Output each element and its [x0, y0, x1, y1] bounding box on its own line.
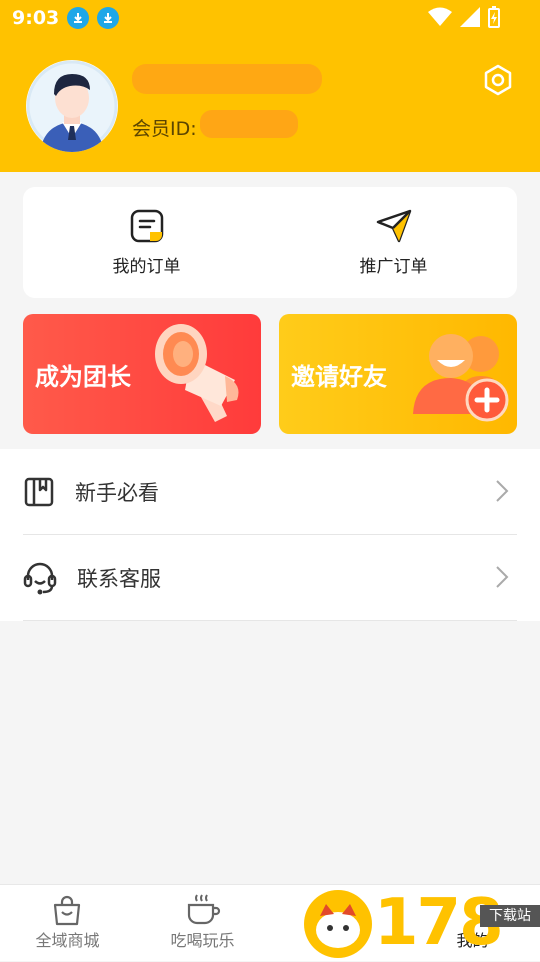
- status-time: 9:03: [12, 7, 60, 29]
- customer-service-label: 联系客服: [77, 566, 161, 591]
- megaphone-icon: [155, 324, 239, 422]
- chevron-right-icon: [496, 480, 509, 502]
- book-icon: [24, 477, 54, 506]
- coffee-cup-icon: [187, 894, 221, 925]
- member-id-label: 会员ID:: [132, 118, 197, 140]
- add-friends-icon: [413, 334, 509, 422]
- tab-food-fun-label: 吃喝玩乐: [170, 931, 235, 950]
- promo-orders-label: 推广订单: [359, 257, 428, 277]
- chevron-right-icon: [496, 566, 509, 588]
- paper-plane-icon: [376, 209, 411, 243]
- username-redacted: [132, 64, 322, 94]
- invite-friends-banner[interactable]: 邀请好友: [279, 314, 517, 434]
- headset-icon: [23, 562, 57, 594]
- avatar[interactable]: [26, 60, 118, 152]
- invite-friends-label: 邀请好友: [291, 363, 387, 391]
- battery-icon: [488, 6, 500, 28]
- beginner-guide-row[interactable]: 新手必看: [23, 449, 517, 535]
- orders-card: 我的订单 推广订单: [23, 187, 517, 298]
- watermark-logo: [304, 890, 372, 958]
- signal-icon: [460, 7, 480, 27]
- status-bar: 9:03: [0, 0, 540, 36]
- member-id-redacted: [200, 110, 298, 138]
- download-icon: [97, 7, 120, 29]
- tab-mall-label: 全域商城: [35, 931, 100, 950]
- customer-service-row[interactable]: 联系客服: [23, 535, 517, 621]
- wifi-icon: [428, 7, 452, 26]
- become-leader-label: 成为团长: [35, 363, 131, 391]
- promo-orders-button[interactable]: 推广订单: [270, 187, 517, 298]
- menu-list: 新手必看 联系客服: [0, 449, 540, 621]
- my-orders-button[interactable]: 我的订单: [23, 187, 270, 298]
- download-icon: [67, 7, 90, 29]
- tab-food-fun[interactable]: 吃喝玩乐: [135, 885, 270, 961]
- watermark-badge: 下载站: [480, 905, 540, 927]
- bottom-tab-bar: 全域商城 吃喝玩乐 我的 178 下载站: [0, 884, 540, 961]
- profile-header: 会员ID:: [0, 36, 540, 172]
- my-orders-label: 我的订单: [112, 257, 181, 277]
- order-list-icon: [130, 209, 163, 243]
- beginner-guide-label: 新手必看: [75, 480, 159, 505]
- settings-icon[interactable]: [482, 64, 514, 96]
- become-leader-banner[interactable]: 成为团长: [23, 314, 261, 434]
- tab-mall[interactable]: 全域商城: [0, 885, 135, 961]
- shopping-bag-icon: [53, 895, 81, 926]
